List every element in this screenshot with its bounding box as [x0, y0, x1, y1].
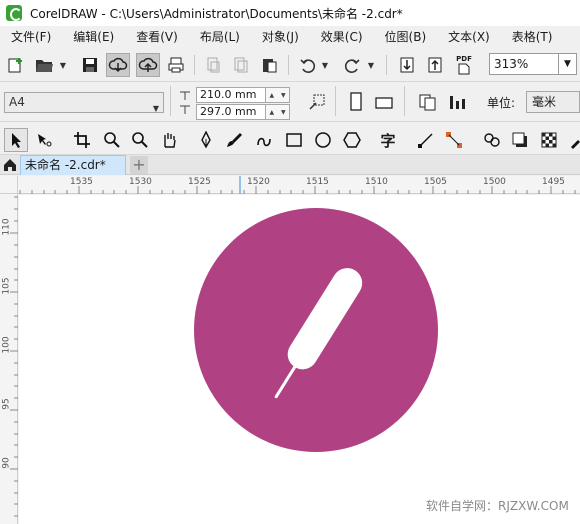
blend-tool-icon[interactable]	[442, 128, 466, 152]
hruler-label: 1505	[424, 177, 447, 187]
units-select[interactable]: 毫米	[526, 91, 580, 113]
drawing-canvas[interactable]	[19, 195, 580, 524]
text-tool-icon[interactable]: 字	[376, 128, 400, 152]
open-folder-icon[interactable]	[32, 53, 56, 77]
add-tab-button[interactable]: +	[130, 156, 148, 174]
menu-view[interactable]: 查看(V)	[125, 26, 189, 48]
vruler-label: 105	[1, 277, 12, 295]
menu-effects[interactable]: 效果(C)	[310, 26, 374, 48]
redo-icon[interactable]	[340, 53, 364, 77]
hruler-label: 1495	[542, 177, 565, 187]
hruler-label: 1520	[247, 177, 270, 187]
open-dropdown-icon[interactable]: ▼	[58, 53, 68, 77]
watermark-text: 软件自学网：RJZXW.COM	[426, 499, 569, 513]
cloud-import-icon[interactable]	[106, 53, 130, 77]
page-size-select[interactable]: A4 ▼	[4, 92, 164, 113]
print-icon[interactable]	[164, 53, 188, 77]
redo-dropdown-icon[interactable]: ▼	[366, 53, 376, 77]
contour-tool-icon[interactable]	[480, 128, 504, 152]
hruler-label: 1535	[70, 177, 93, 187]
crop-tool-icon[interactable]	[70, 128, 94, 152]
document-tab-bar: 未命名 -2.cdr* +	[0, 155, 580, 175]
undo-dropdown-icon[interactable]: ▼	[320, 53, 330, 77]
window-title: CorelDRAW - C:\Users\Administrator\Docum…	[30, 6, 403, 21]
menu-layout[interactable]: 布局(L)	[189, 26, 251, 48]
menu-edit[interactable]: 编辑(E)	[62, 26, 125, 48]
zoom-out-tool-icon[interactable]	[128, 128, 152, 152]
portrait-icon[interactable]	[344, 90, 368, 114]
coreldraw-logo-icon	[6, 5, 22, 21]
menu-file[interactable]: 文件(F)	[0, 26, 62, 48]
copy-icon[interactable]	[229, 53, 253, 77]
ellipse-tool-icon[interactable]	[311, 128, 335, 152]
menu-object[interactable]: 对象(J)	[251, 26, 310, 48]
pdf-label: PDF	[456, 55, 472, 63]
scale-page-icon[interactable]	[305, 90, 329, 114]
shape-tool-icon[interactable]	[32, 128, 56, 152]
color-eyedropper-icon[interactable]	[564, 128, 580, 152]
tab-document[interactable]: 未命名 -2.cdr*	[20, 155, 126, 175]
menu-bitmaps[interactable]: 位图(B)	[374, 26, 438, 48]
zoom-tool-icon[interactable]	[100, 128, 124, 152]
drop-shadow-icon[interactable]	[508, 128, 532, 152]
pan-tool-icon[interactable]	[157, 128, 181, 152]
undo-icon[interactable]	[296, 53, 320, 77]
current-page-icon[interactable]	[446, 90, 470, 114]
hruler-label: 1525	[188, 177, 211, 187]
zoom-level-input[interactable]: 313%	[489, 53, 559, 75]
page-height-spinner[interactable]: ▲ ▼	[266, 104, 290, 120]
menu-text[interactable]: 文本(X)	[437, 26, 501, 48]
hruler-label: 1510	[365, 177, 388, 187]
hruler-label: 1500	[483, 177, 506, 187]
units-label: 单位:	[487, 96, 516, 110]
hruler-label: 1515	[306, 177, 329, 187]
paste-icon[interactable]	[257, 53, 281, 77]
polygon-tool-icon[interactable]	[340, 128, 364, 152]
zoom-dropdown-icon[interactable]: ▼	[559, 53, 577, 75]
ruler-corner[interactable]	[0, 176, 18, 194]
cloud-export-icon[interactable]	[136, 53, 160, 77]
page-dimension-icon	[178, 88, 192, 118]
vruler-label: 100	[1, 336, 12, 354]
menu-table[interactable]: 表格(T)	[501, 26, 564, 48]
cut-icon[interactable]	[201, 53, 225, 77]
pick-tool-icon[interactable]	[4, 128, 28, 152]
landscape-icon[interactable]	[372, 90, 396, 114]
vruler-label: 90	[1, 457, 12, 469]
publish-pdf-icon[interactable]: PDF	[452, 53, 476, 77]
all-pages-icon[interactable]	[416, 90, 440, 114]
vruler-label: 95	[1, 398, 12, 410]
smart-drawing-icon[interactable]	[252, 128, 276, 152]
vertical-ruler[interactable]: 110 105 100 95 90	[0, 194, 18, 524]
artistic-media-icon[interactable]	[222, 128, 246, 152]
page-size-value: A4	[9, 95, 25, 109]
import-icon[interactable]	[395, 53, 419, 77]
page-size-dropdown-icon: ▼	[152, 104, 159, 113]
rectangle-tool-icon[interactable]	[282, 128, 306, 152]
pen-tool-icon[interactable]	[194, 128, 218, 152]
connector-tool-icon[interactable]	[414, 128, 438, 152]
page-width-field[interactable]: 210.0 mm	[196, 87, 266, 103]
menu-bar: 文件(F) 编辑(E) 查看(V) 布局(L) 对象(J) 效果(C) 位图(B…	[0, 26, 580, 48]
page-width-spinner[interactable]: ▲ ▼	[266, 87, 290, 103]
title-bar: CorelDRAW - C:\Users\Administrator\Docum…	[0, 0, 580, 26]
vruler-label: 110	[1, 218, 12, 236]
export-icon[interactable]	[423, 53, 447, 77]
new-document-icon[interactable]	[4, 53, 28, 77]
home-icon[interactable]	[0, 155, 20, 175]
transparency-tool-icon[interactable]	[537, 128, 561, 152]
save-icon[interactable]	[78, 53, 102, 77]
hruler-label: 1530	[129, 177, 152, 187]
page-height-field[interactable]: 297.0 mm	[196, 104, 266, 120]
horizontal-ruler[interactable]: 1535 1530 1525 1520 1515 1510 1505 1500 …	[18, 176, 580, 194]
